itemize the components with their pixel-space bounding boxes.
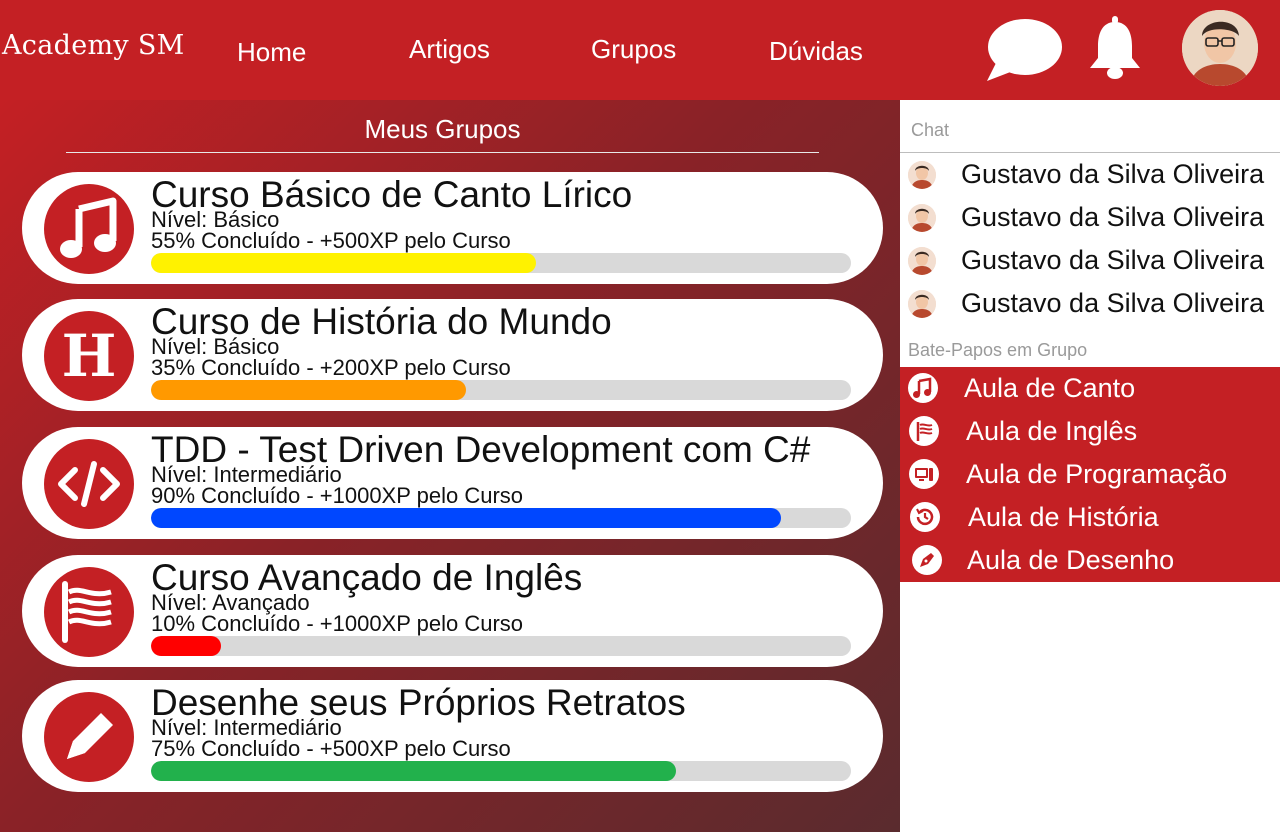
progress-bar	[151, 380, 851, 400]
svg-text:H: H	[62, 324, 117, 388]
course-progress-text: 75% Concluído - +500XP pelo Curso	[151, 736, 511, 761]
chat-bubble-icon[interactable]	[985, 17, 1063, 89]
progress-fill	[151, 636, 221, 656]
contact-avatar	[908, 161, 936, 189]
nav-questions[interactable]: Dúvidas	[769, 36, 863, 67]
nav-articles[interactable]: Artigos	[409, 34, 490, 65]
course-progress-text: 10% Concluído - +1000XP pelo Curso	[151, 611, 524, 636]
bell-icon[interactable]	[1088, 16, 1142, 84]
pencil-icon	[44, 692, 134, 782]
top-navigation-bar: Academy SM Home Artigos Grupos Dúvidas	[0, 0, 1280, 100]
music-note-icon	[908, 373, 938, 403]
group-chat-name: Aula de História	[968, 502, 1159, 532]
group-chat-item[interactable]: Aula de Inglês	[900, 410, 1280, 453]
computer-icon	[909, 459, 939, 489]
contact-avatar	[908, 247, 936, 275]
chat-section-label: Chat	[911, 120, 950, 140]
group-chat-item[interactable]: Aula de Programação	[900, 453, 1280, 496]
letter-h-icon: H	[44, 311, 134, 401]
course-progress-text: 35% Concluído - +200XP pelo Curso	[151, 355, 511, 380]
chat-contact[interactable]: Gustavo da Silva Oliveira	[900, 284, 1280, 327]
nav-home[interactable]: Home	[237, 37, 306, 68]
progress-fill	[151, 380, 466, 400]
progress-bar	[151, 636, 851, 656]
contact-name: Gustavo da Silva Oliveira	[961, 245, 1265, 275]
title-divider	[66, 152, 819, 153]
chat-sidebar: Chat Gustavo da Silva Oliveira Gustavo d…	[900, 100, 1280, 832]
progress-bar	[151, 253, 851, 273]
contact-name: Gustavo da Silva Oliveira	[961, 202, 1265, 232]
my-groups-panel: Meus Grupos Curso Básico de Canto Lírico…	[0, 100, 900, 832]
group-chat-name: Aula de Desenho	[967, 545, 1175, 575]
contact-avatar	[908, 290, 936, 318]
chat-contact[interactable]: Gustavo da Silva Oliveira	[900, 155, 1280, 198]
music-note-icon	[44, 184, 134, 274]
group-chat-item[interactable]: Aula de Canto	[900, 367, 1280, 410]
course-card[interactable]: TDD - Test Driven Development com C# Nív…	[22, 427, 883, 539]
group-chat-item[interactable]: Aula de Desenho	[900, 539, 1280, 582]
course-card[interactable]: Curso Básico de Canto Lírico Nível: Bási…	[22, 172, 883, 284]
contact-name: Gustavo da Silva Oliveira	[961, 288, 1265, 318]
course-card[interactable]: H Curso de História do Mundo Nível: Bási…	[22, 299, 883, 411]
course-progress-text: 90% Concluído - +1000XP pelo Curso	[151, 483, 524, 508]
chat-contact[interactable]: Gustavo da Silva Oliveira	[900, 198, 1280, 241]
course-card[interactable]: Curso Avançado de Inglês Nível: Avançado…	[22, 555, 883, 667]
history-icon	[910, 502, 940, 532]
contact-name: Gustavo da Silva Oliveira	[961, 159, 1265, 189]
group-chat-item[interactable]: Aula de História	[900, 496, 1280, 539]
group-chats-section-label: Bate-Papos em Grupo	[908, 340, 1088, 360]
group-chat-name: Aula de Inglês	[966, 416, 1138, 446]
flag-icon	[909, 416, 939, 446]
progress-bar	[151, 761, 851, 781]
course-progress-text: 55% Concluído - +500XP pelo Curso	[151, 228, 511, 253]
brand-logo[interactable]: Academy SM	[2, 30, 185, 61]
group-chat-name: Aula de Canto	[964, 373, 1136, 403]
progress-fill	[151, 508, 781, 528]
progress-fill	[151, 253, 536, 273]
chat-divider	[900, 152, 1280, 153]
progress-bar	[151, 508, 851, 528]
progress-fill	[151, 761, 676, 781]
code-icon	[44, 439, 134, 529]
course-card[interactable]: Desenhe seus Próprios Retratos Nível: In…	[22, 680, 883, 792]
group-chat-name: Aula de Programação	[966, 459, 1228, 489]
group-chats-list: Aula de Canto Aula de Inglês Aula de Pro…	[900, 367, 1280, 582]
flag-icon	[44, 567, 134, 657]
pen-nib-icon	[912, 545, 942, 575]
nav-groups[interactable]: Grupos	[591, 34, 676, 65]
panel-title: Meus Grupos	[364, 114, 521, 144]
chat-contact[interactable]: Gustavo da Silva Oliveira	[900, 241, 1280, 284]
user-avatar[interactable]	[1182, 10, 1258, 86]
contact-avatar	[908, 204, 936, 232]
